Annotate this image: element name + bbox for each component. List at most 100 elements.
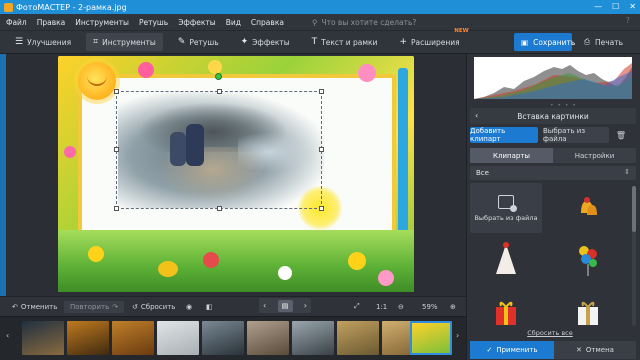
reset-all-link[interactable]: Сбросить все [470, 329, 630, 337]
app-logo-icon [4, 2, 13, 12]
gift-red-icon [496, 301, 516, 325]
next-image-button[interactable]: › [304, 301, 307, 310]
clipart-scrollbar[interactable] [632, 186, 636, 326]
preview-eye-icon[interactable]: ◉ [186, 303, 192, 311]
menu-item-tools[interactable]: Инструменты [75, 18, 129, 27]
search-box[interactable]: ⚲ Что вы хотите сделать? [312, 18, 416, 27]
maximize-button[interactable]: ☐ [612, 2, 619, 11]
trash-icon[interactable]: 🗑 [614, 127, 628, 143]
flower-icon [358, 64, 376, 82]
clipart-item[interactable] [552, 183, 624, 233]
party-hat-icon [496, 242, 516, 274]
rotate-handle[interactable] [215, 73, 222, 80]
gift-white-icon [578, 301, 598, 325]
tab-text-frames[interactable]: T Текст и рамки [305, 33, 385, 51]
resize-handle[interactable] [114, 147, 119, 152]
check-icon: ✓ [486, 346, 493, 354]
redo-button[interactable]: Повторить ↷ [64, 300, 125, 313]
zoom-in-button[interactable]: ⊕ [450, 303, 456, 311]
bells-icon [581, 197, 597, 215]
menu-item-effects[interactable]: Эффекты [178, 18, 216, 27]
flower-icon [378, 270, 394, 286]
undo-button[interactable]: ↶ Отменить [12, 303, 57, 311]
category-select[interactable]: Все ⇕ [470, 166, 636, 180]
zoom-out-button[interactable]: ⊖ [398, 303, 404, 311]
resize-handle[interactable] [319, 206, 324, 211]
filmstrip-thumb[interactable] [202, 321, 244, 355]
frame-blue-band [398, 68, 408, 238]
save-button[interactable]: ▣ Сохранить [514, 33, 575, 51]
tab-label: Текст и рамки [321, 37, 378, 47]
ratio-button[interactable]: 1:1 [376, 303, 387, 311]
resize-handle[interactable] [114, 206, 119, 211]
flower-icon [138, 62, 154, 78]
filmstrip-thumb[interactable] [292, 321, 334, 355]
help-icon[interactable]: ? [626, 16, 630, 25]
filmstrip-thumb-selected[interactable] [410, 321, 452, 355]
folder-icon[interactable]: ▤ [277, 299, 293, 312]
compare-icon[interactable]: ◧ [206, 303, 213, 311]
fit-screen-icon[interactable]: ⤢ [354, 302, 360, 311]
apply-cancel-bar: ✓ Применить ✕ Отмена [470, 341, 636, 359]
tab-label: Инструменты [102, 37, 156, 47]
filmstrip-thumb[interactable] [112, 321, 154, 355]
resize-handle[interactable] [319, 147, 324, 152]
undo-label: Отменить [20, 302, 58, 311]
menu-item-view[interactable]: Вид [226, 18, 241, 27]
tab-settings[interactable]: Настройки [553, 148, 636, 163]
category-value: Все [476, 169, 489, 177]
zoom-value: 59% [422, 302, 438, 311]
resize-handle[interactable] [217, 206, 222, 211]
choose-from-file-tile[interactable]: Выбрать из файла [470, 183, 542, 233]
reset-button[interactable]: ↺ Сбросить [132, 303, 175, 311]
tab-retouch[interactable]: ✎ Ретушь [171, 33, 226, 51]
tab-tools[interactable]: ⌗ Инструменты [86, 33, 163, 51]
apply-label: Применить [496, 346, 538, 354]
image-add-icon [498, 194, 517, 212]
redo-label: Повторить [70, 302, 110, 311]
filmstrip-thumb[interactable] [67, 321, 109, 355]
menu-item-retouch[interactable]: Ретушь [139, 18, 168, 27]
tab-extensions[interactable]: + Расширения NEW [392, 28, 468, 51]
save-icon: ▣ [521, 37, 529, 47]
prev-image-button[interactable]: ‹ [263, 301, 266, 310]
resize-handle[interactable] [319, 89, 324, 94]
flower-icon [88, 246, 104, 262]
filmstrip-thumb[interactable] [157, 321, 199, 355]
crop-icon: ⌗ [93, 37, 99, 47]
back-arrow-icon[interactable]: ‹ [475, 111, 478, 120]
filmstrip-prev-button[interactable]: ‹ [6, 331, 13, 345]
selection-box[interactable] [114, 89, 324, 211]
resize-handle[interactable] [114, 89, 119, 94]
scrollbar-thumb[interactable] [632, 186, 636, 232]
filmstrip-next-button[interactable]: › [456, 331, 463, 345]
reset-label: Сбросить [140, 302, 176, 311]
filmstrip-thumb[interactable] [22, 321, 64, 355]
redo-icon: ↷ [112, 302, 119, 311]
tab-cliparts[interactable]: Клипарты [470, 148, 553, 163]
reset-icon: ↺ [132, 302, 138, 311]
window-title: ФотоМАСТЕР - 2-рамка.jpg [16, 2, 127, 12]
clipart-grid: Выбрать из файла [470, 183, 630, 325]
chevron-up-down-icon: ⇕ [624, 168, 630, 176]
filmstrip-thumb[interactable] [337, 321, 379, 355]
print-button[interactable]: ⎙ Печать [578, 33, 634, 51]
close-button[interactable]: ✕ [629, 2, 636, 11]
add-clipart-button[interactable]: Добавить клипарт [470, 127, 538, 143]
menu-item-edit[interactable]: Правка [37, 18, 66, 27]
menu-item-help[interactable]: Справка [251, 18, 284, 27]
tab-enhancements[interactable]: ☰ Улучшения [8, 33, 78, 51]
tab-label: Расширения [411, 37, 460, 47]
filmstrip-thumb[interactable] [247, 321, 289, 355]
clipart-item[interactable] [552, 235, 624, 285]
cancel-button[interactable]: ✕ Отмена [554, 341, 636, 359]
resize-handle[interactable] [217, 89, 222, 94]
choose-file-button[interactable]: Выбрать из файла [543, 127, 609, 143]
clipart-item[interactable] [470, 235, 542, 285]
tab-effects[interactable]: ✦ Эффекты [234, 33, 297, 51]
apply-button[interactable]: ✓ Применить [470, 341, 554, 359]
minimize-button[interactable]: — [594, 2, 602, 11]
menu-item-file[interactable]: Файл [6, 18, 27, 27]
sliders-icon: ☰ [15, 37, 24, 47]
tab-label: Ретушь [189, 37, 219, 47]
